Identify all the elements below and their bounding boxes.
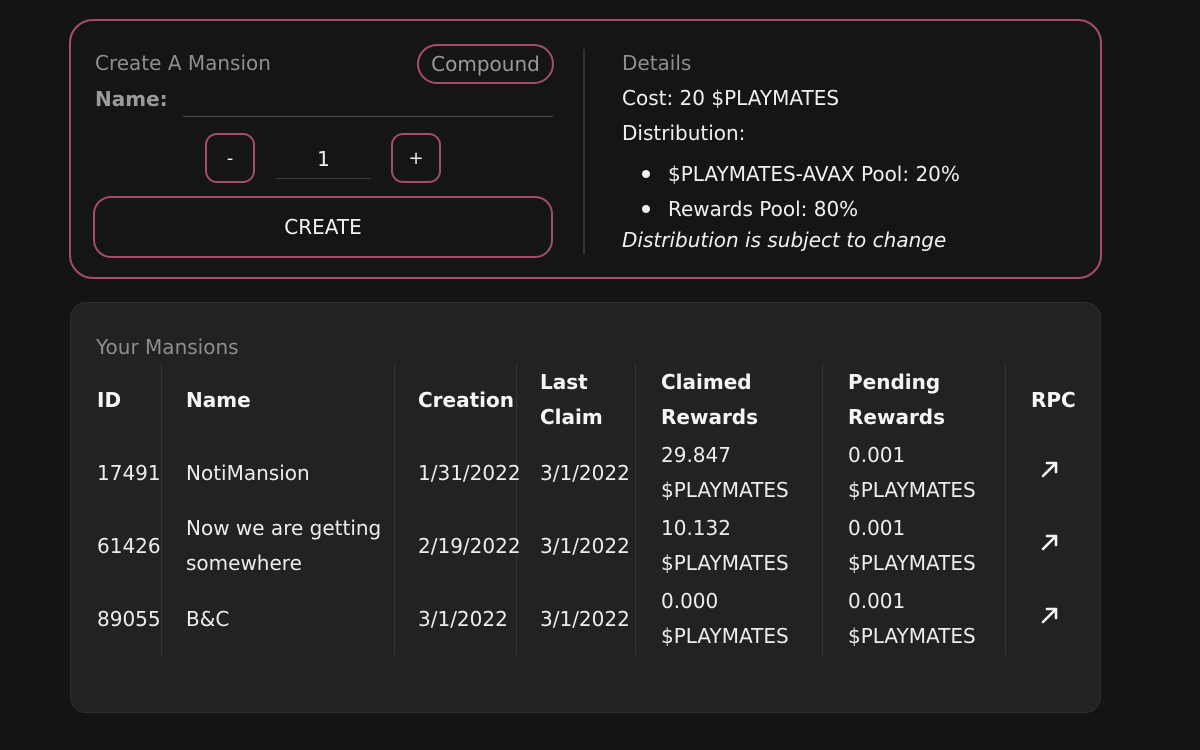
cell-claimed-value: 0.000 [661,589,719,613]
cell-id: 89055 [97,607,161,631]
rpc-link-button[interactable] [1035,600,1065,630]
increment-button[interactable]: + [391,133,441,183]
header-name: Name [186,388,251,412]
distribution-item-label: $PLAYMATES-AVAX Pool: 20% [668,161,960,186]
cell-claimed-unit: $PLAYMATES [661,551,789,575]
header-claimed-line2: Rewards [661,405,759,429]
cell-pending-unit: $PLAYMATES [848,478,976,502]
header-id: ID [97,388,122,412]
column-divider [161,363,162,655]
compound-button[interactable]: Compound [417,44,554,84]
details-title: Details [622,51,692,75]
cell-pending-unit: $PLAYMATES [848,551,976,575]
column-divider [635,363,636,655]
arrow-up-right-icon [1041,461,1058,478]
header-rpc: RPC [1031,388,1076,412]
cell-last-claim: 3/1/2022 [540,534,630,558]
distribution-list: $PLAYMATES-AVAX Pool: 20% Rewards Pool: … [642,156,960,226]
distribution-item: $PLAYMATES-AVAX Pool: 20% [642,156,960,191]
cell-creation: 1/31/2022 [418,461,521,485]
your-mansions-title: Your Mansions [96,335,239,359]
decrement-button[interactable]: - [205,133,255,183]
arrow-up-right-icon [1041,607,1058,624]
rpc-link-button[interactable] [1035,454,1065,484]
create-mansion-panel: Create A Mansion Compound Name: - + CREA… [69,19,1102,279]
header-last-claim-line1: Last [540,370,588,394]
header-claimed-line1: Claimed [661,370,752,394]
create-mansion-title: Create A Mansion [95,51,271,75]
distribution-note: Distribution is subject to change [622,228,947,252]
column-divider [394,363,395,655]
cell-claimed-unit: $PLAYMATES [661,478,789,502]
cell-creation: 3/1/2022 [418,607,508,631]
panel-divider [583,49,585,254]
distribution-item: Rewards Pool: 80% [642,191,960,226]
your-mansions-panel: Your Mansions ID Name Creation Last Clai… [70,302,1101,713]
cell-claimed-value: 29.847 [661,443,731,467]
cell-name: NotiMansion [186,461,310,485]
cost-text: Cost: 20 $PLAYMATES [622,86,840,110]
bullet-icon [642,204,650,213]
header-creation: Creation [418,388,514,412]
cell-last-claim: 3/1/2022 [540,607,630,631]
cell-id: 17491 [97,461,161,485]
distribution-label: Distribution: [622,121,746,145]
distribution-item-label: Rewards Pool: 80% [668,196,859,221]
cell-id: 61426 [97,534,161,558]
cell-name: B&C [186,607,230,631]
cell-name-line2: somewhere [186,551,302,575]
create-button[interactable]: CREATE [93,196,553,258]
column-divider [822,363,823,655]
mansion-name-input[interactable] [183,85,553,117]
header-pending-line2: Rewards [848,405,946,429]
cell-last-claim: 3/1/2022 [540,461,630,485]
bullet-icon [642,169,650,178]
cell-claimed-value: 10.132 [661,516,731,540]
cell-pending-unit: $PLAYMATES [848,624,976,648]
rpc-link-button[interactable] [1035,527,1065,557]
cell-pending-value: 0.001 [848,516,906,540]
cell-name: Now we are getting [186,516,382,540]
cell-pending-value: 0.001 [848,589,906,613]
name-label: Name: [95,87,168,111]
arrow-up-right-icon [1041,534,1058,551]
header-pending-line1: Pending [848,370,941,394]
cell-pending-value: 0.001 [848,443,906,467]
cell-creation: 2/19/2022 [418,534,521,558]
quantity-input[interactable] [276,139,371,179]
cell-claimed-unit: $PLAYMATES [661,624,789,648]
column-divider [1005,363,1006,655]
column-divider [516,363,517,655]
header-last-claim-line2: Claim [540,405,603,429]
